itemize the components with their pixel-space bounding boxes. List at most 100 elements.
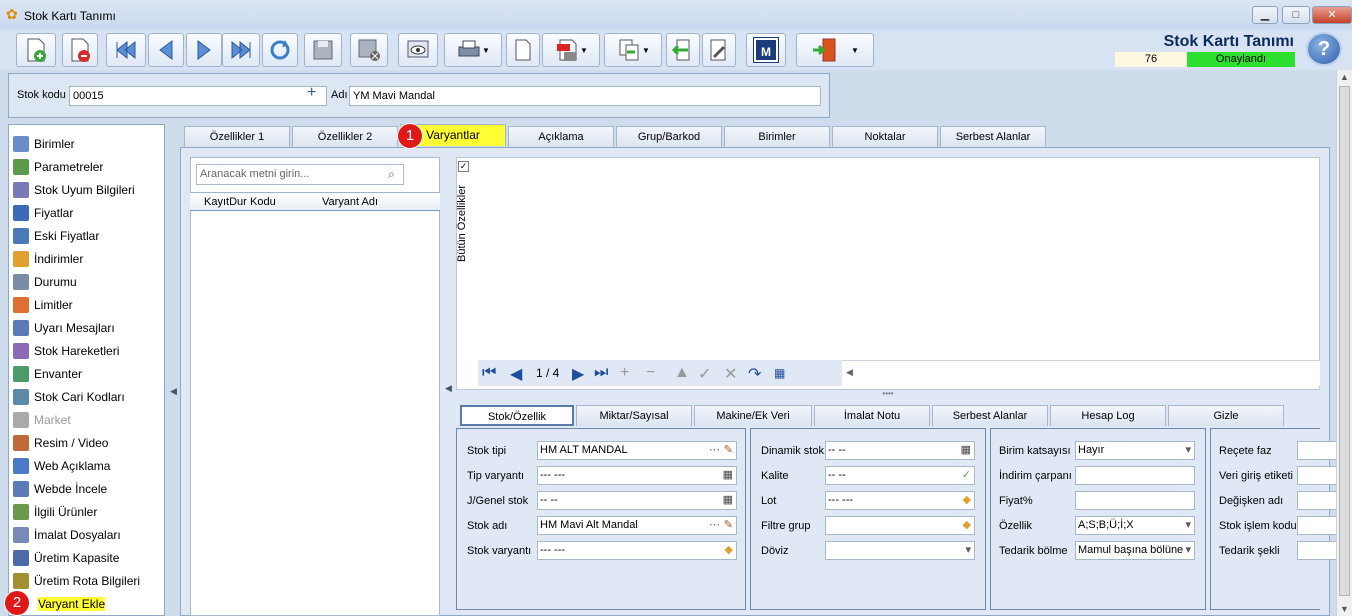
kalite-field[interactable]: -- -- ✓ bbox=[825, 466, 975, 485]
tip-varyant--field[interactable]: --- --- ▦ bbox=[537, 466, 737, 485]
collapse-arrow-icon[interactable]: ◀ bbox=[170, 386, 177, 397]
sidebar-item-stok-cari-kodlar-[interactable]: Stok Cari Kodları bbox=[9, 385, 165, 408]
i-ndirim-arpan--field[interactable] bbox=[1075, 466, 1195, 485]
edit-icon[interactable]: ✎ bbox=[724, 517, 733, 534]
check-icon[interactable]: ✓ bbox=[698, 364, 711, 384]
import-button[interactable] bbox=[666, 33, 700, 67]
attach-button[interactable] bbox=[506, 33, 540, 67]
subtab-serbest-alanlar[interactable]: Serbest Alanlar bbox=[932, 405, 1048, 426]
sidebar-item-limitler[interactable]: Limitler bbox=[9, 293, 165, 316]
d-viz-field[interactable]: ▾ bbox=[825, 541, 975, 560]
dropdown-icon[interactable]: ▾ bbox=[1185, 542, 1191, 559]
tab--zellikler-1[interactable]: Özellikler 1 bbox=[184, 126, 290, 147]
scroll-left-icon[interactable]: ◀ bbox=[846, 367, 853, 378]
subtab-hesap-log[interactable]: Hesap Log bbox=[1050, 405, 1166, 426]
sidebar-item-durumu[interactable]: Durumu bbox=[9, 270, 165, 293]
sidebar-item-webde-i-ncele[interactable]: Webde İncele bbox=[9, 477, 165, 500]
search-input[interactable]: Aranacak metni girin... bbox=[196, 164, 404, 185]
save-button[interactable] bbox=[304, 33, 342, 67]
delete-button[interactable] bbox=[62, 33, 98, 67]
tedarik-b-lme-field[interactable]: Mamul başına bölüne ▾ bbox=[1075, 541, 1195, 560]
j-genel-stok-field[interactable]: -- -- ▦ bbox=[537, 491, 737, 510]
subtab-i-malat-notu[interactable]: İmalat Notu bbox=[814, 405, 930, 426]
sidebar-item-web-a-klama[interactable]: Web Açıklama bbox=[9, 454, 165, 477]
column-varyant-adi[interactable]: Varyant Adı bbox=[322, 196, 378, 208]
sidebar-item-resim-video[interactable]: Resim / Video bbox=[9, 431, 165, 454]
collapse-arrow-icon[interactable]: ◀ bbox=[445, 383, 452, 394]
column-kodu[interactable]: Kodu bbox=[250, 196, 276, 208]
subtab-makine-ek-veri[interactable]: Makine/Ek Veri bbox=[694, 405, 812, 426]
stok-i-lem-kodu-field[interactable] bbox=[1297, 516, 1337, 535]
stok-tipi-field[interactable]: HM ALT MANDAL ✎ ⋯ bbox=[537, 441, 737, 460]
save-close-button[interactable] bbox=[350, 33, 388, 67]
horizontal-scrollbar[interactable]: ◀ bbox=[842, 360, 1320, 386]
tab-serbest-alanlar[interactable]: Serbest Alanlar bbox=[940, 126, 1046, 147]
scroll-down-icon[interactable]: ▼ bbox=[1340, 604, 1349, 614]
sidebar-item-stok-uyum-bilgileri[interactable]: Stok Uyum Bilgileri bbox=[9, 178, 165, 201]
close-button[interactable]: ✕ bbox=[1312, 6, 1352, 24]
dropdown-icon[interactable]: ▾ bbox=[1185, 442, 1191, 459]
help-button[interactable]: ? bbox=[1306, 32, 1342, 66]
splitter[interactable]: ◀ bbox=[168, 124, 178, 616]
next-record-button[interactable] bbox=[186, 33, 222, 67]
new-button[interactable] bbox=[16, 33, 56, 67]
filtre-grup-field[interactable]: ◆ bbox=[825, 516, 975, 535]
scroll-thumb[interactable] bbox=[1339, 86, 1350, 596]
up-icon[interactable]: ▲ bbox=[674, 364, 690, 382]
next-icon[interactable]: ▶ bbox=[572, 364, 584, 384]
scroll-up-icon[interactable]: ▲ bbox=[1340, 72, 1349, 82]
dropdown-icon[interactable]: ▾ bbox=[965, 542, 971, 559]
vertical-scrollbar[interactable]: ▲ ▼ bbox=[1336, 70, 1352, 616]
sidebar-item-envanter[interactable]: Envanter bbox=[9, 362, 165, 385]
name-input[interactable]: YM Mavi Mandal bbox=[349, 86, 821, 106]
export-icon[interactable]: ▦ bbox=[774, 366, 785, 380]
tedarik-ekli-field[interactable] bbox=[1297, 541, 1337, 560]
previous-record-button[interactable] bbox=[148, 33, 184, 67]
sidebar-item-market[interactable]: Market bbox=[9, 408, 165, 431]
stok-varyant--field[interactable]: --- --- ◆ bbox=[537, 541, 737, 560]
ellipsis-icon[interactable]: ⋯ bbox=[709, 442, 720, 459]
tools-button[interactable] bbox=[702, 33, 736, 67]
tab-grup-barkod[interactable]: Grup/Barkod bbox=[616, 126, 722, 147]
dropdown-arrow-icon[interactable]: ▼ bbox=[851, 46, 859, 55]
dropdown-arrow-icon[interactable]: ▼ bbox=[580, 46, 588, 55]
dropdown-icon[interactable]: ▾ bbox=[1185, 517, 1191, 534]
dropdown-arrow-icon[interactable]: ▼ bbox=[642, 46, 650, 55]
add-icon[interactable]: + bbox=[620, 364, 629, 382]
grid-icon[interactable]: ▦ bbox=[723, 467, 733, 484]
column-kayitdur[interactable]: KayıtDur bbox=[204, 196, 247, 208]
m-button[interactable]: M bbox=[746, 33, 786, 67]
grid-icon[interactable]: ▦ bbox=[961, 442, 971, 459]
first-icon[interactable]: ⏮ bbox=[482, 364, 496, 382]
last-record-button[interactable] bbox=[222, 33, 260, 67]
subtab-gizle[interactable]: Gizle bbox=[1168, 405, 1284, 426]
lot-field[interactable]: --- --- ◆ bbox=[825, 491, 975, 510]
sidebar-item-stok-hareketleri[interactable]: Stok Hareketleri bbox=[9, 339, 165, 362]
cancel-icon[interactable]: ✕ bbox=[724, 364, 737, 384]
ellipsis-icon[interactable]: ⋯ bbox=[709, 517, 720, 534]
sidebar-item-varyant-ekle[interactable]: Varyant Ekle bbox=[9, 592, 165, 615]
print-button[interactable]: ▼ bbox=[444, 33, 502, 67]
birim-katsay-s--field[interactable]: Hayır ▾ bbox=[1075, 441, 1195, 460]
-zellik-field[interactable]: A;S;B;Ü;İ;X ▾ bbox=[1075, 516, 1195, 535]
last-icon[interactable]: ⏭ bbox=[594, 364, 608, 382]
sidebar-item--retim-rota-bilgileri[interactable]: Üretim Rota Bilgileri bbox=[9, 569, 165, 592]
dropdown-arrow-icon[interactable]: ▼ bbox=[482, 46, 490, 55]
subtab-stok-zellik[interactable]: Stok/Özellik bbox=[460, 405, 574, 426]
veri-giri-etiketi-field[interactable] bbox=[1297, 466, 1337, 485]
tab--zellikler-2[interactable]: Özellikler 2 bbox=[292, 126, 398, 147]
tag-icon[interactable]: ◆ bbox=[963, 517, 971, 534]
fiyat--field[interactable] bbox=[1075, 491, 1195, 510]
sidebar-item-i-ndirimler[interactable]: İndirimler bbox=[9, 247, 165, 270]
tag-icon[interactable]: ◆ bbox=[963, 492, 971, 509]
dinamik-stok-field[interactable]: -- -- ▦ bbox=[825, 441, 975, 460]
redo-icon[interactable]: ↷ bbox=[748, 364, 761, 384]
plus-icon[interactable]: + bbox=[307, 84, 316, 102]
all-features-checkbox[interactable]: ✓ bbox=[458, 161, 469, 172]
sidebar-item-uyar-mesajlar-[interactable]: Uyarı Mesajları bbox=[9, 316, 165, 339]
tab-birimler[interactable]: Birimler bbox=[724, 126, 830, 147]
refresh-button[interactable] bbox=[262, 33, 298, 67]
search-icon[interactable]: ⌕ bbox=[388, 167, 395, 182]
tag-icon[interactable]: ◆ bbox=[725, 542, 733, 559]
re-ete-faz-field[interactable] bbox=[1297, 441, 1337, 460]
